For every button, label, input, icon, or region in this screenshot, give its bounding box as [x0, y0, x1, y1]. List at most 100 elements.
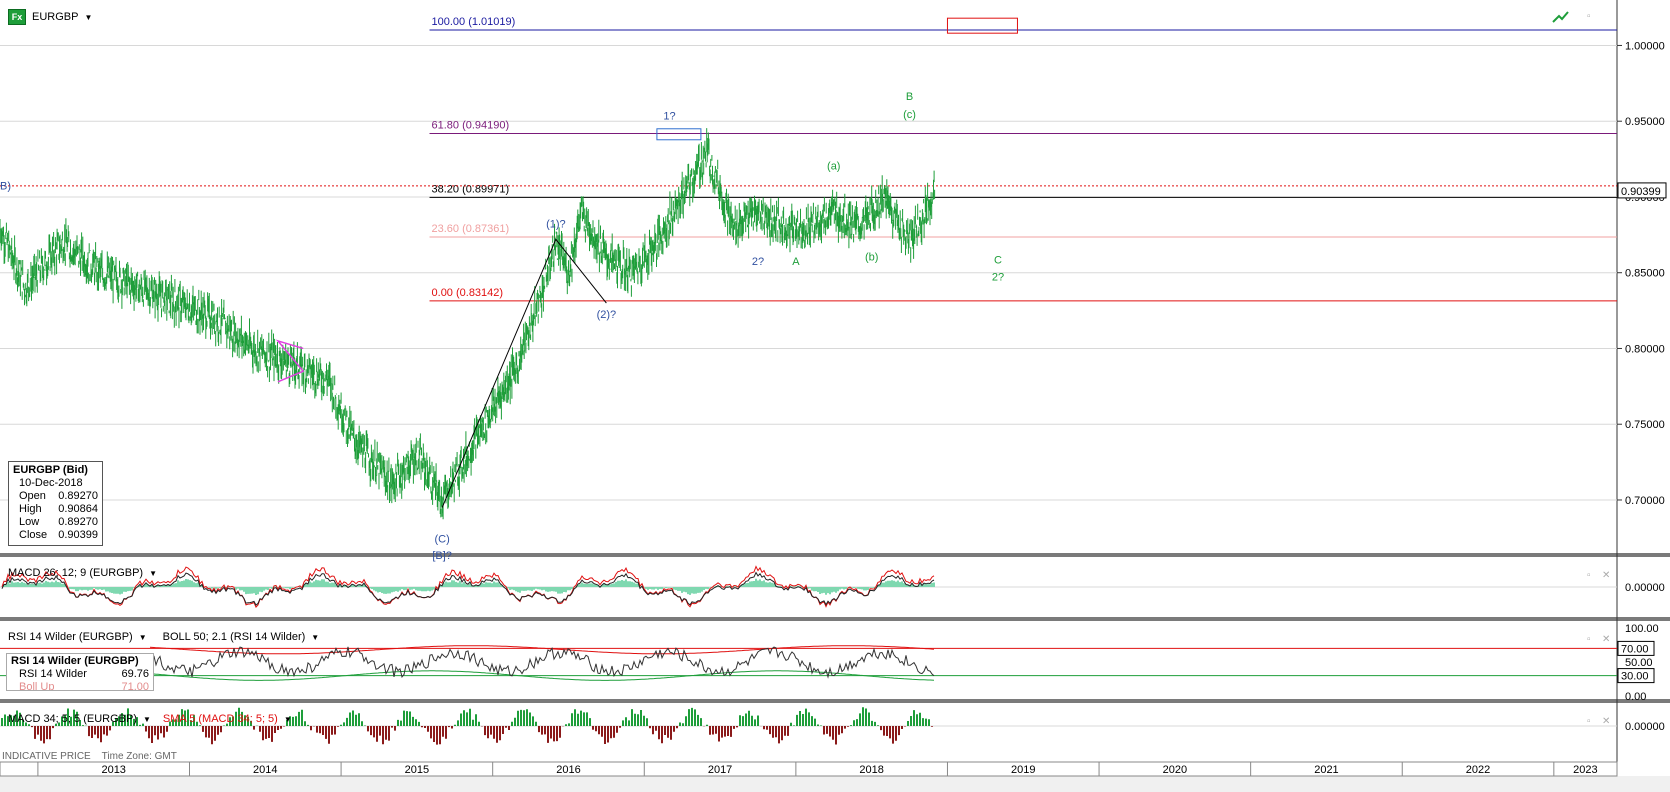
x-tick-label: 2015 [405, 764, 429, 776]
rsi-box-value: 71.00 [121, 681, 149, 691]
trend-up-icon[interactable] [1552, 11, 1569, 23]
wave-label: 2? [992, 271, 1004, 283]
target-box[interactable] [656, 128, 702, 141]
info-value: 0.89270 [58, 516, 98, 528]
close-icon[interactable]: ✕ [1602, 634, 1610, 645]
info-label: Close [19, 529, 48, 541]
info-date: 10-Dec-2018 [19, 477, 83, 489]
fx-icon: Fx [8, 9, 26, 25]
info-value: 0.90864 [58, 503, 98, 515]
x-tick-label: 2021 [1314, 764, 1338, 776]
fib-level-label: 0.00 (0.83142) [432, 287, 504, 299]
info-row: Low 0.89270 [13, 516, 98, 529]
chevron-down-icon[interactable]: ▼ [284, 715, 292, 724]
price-info-box: EURGBP (Bid) 10-Dec-2018 Open 0.89270 Hig… [8, 461, 103, 546]
rsi-box-value: 69.76 [121, 668, 149, 680]
info-label: Low [19, 516, 40, 528]
info-title: EURGBP (Bid) [13, 464, 88, 476]
symbol-label: EURGBP [32, 11, 79, 23]
macd2-histogram-down [31, 726, 933, 745]
wave-label: (a) [827, 161, 840, 173]
info-label: Open [19, 490, 46, 502]
rsi-box-label: RSI 14 Wilder [19, 668, 87, 680]
rsi-info-box: RSI 14 Wilder (EURGBP) RSI 14 Wilder 69.7… [6, 653, 154, 691]
sma-title: SMA 5 (MACD 34; 5; 5) [162, 713, 278, 725]
x-tick-label: 2018 [859, 764, 883, 776]
wave-label: [B]? [432, 550, 452, 562]
symbol-header[interactable]: Fx EURGBP ▼ [8, 9, 92, 25]
panel-separator[interactable] [0, 553, 1670, 557]
restore-icon[interactable]: ▫ [1587, 716, 1591, 727]
close-icon[interactable]: ✕ [1602, 570, 1610, 581]
y-tick-label: 50.00 [1625, 657, 1653, 669]
rsi-level-label: 70.00 [1621, 643, 1649, 655]
x-tick-label: 2019 [1011, 764, 1035, 776]
chart-canvas[interactable]: 0.700000.750000.800000.850000.900000.950… [0, 0, 1670, 792]
info-value: 0.90399 [58, 529, 98, 541]
fib-level-label: 23.60 (0.87361) [432, 223, 510, 235]
chevron-down-icon[interactable]: ▼ [311, 633, 319, 642]
restore-icon[interactable]: ▫ [1587, 634, 1591, 645]
chevron-down-icon[interactable]: ▼ [139, 633, 147, 642]
macd1-header[interactable]: MACD 26; 12; 9 (EURGBP) ▼ [8, 567, 157, 579]
chevron-down-icon[interactable]: ▼ [143, 715, 151, 724]
panel-separator[interactable] [0, 699, 1670, 703]
restore-icon[interactable]: ▫ [1587, 11, 1591, 22]
footer-info: INDICATIVE PRICE Time Zone: GMT [2, 751, 177, 762]
x-tick-label: 2022 [1466, 764, 1490, 776]
wave-label: 2? [752, 256, 764, 268]
rsi-level-label: 30.00 [1621, 671, 1649, 683]
boll-upper-band [149, 645, 935, 655]
y-tick-label: 0.70000 [1625, 495, 1665, 507]
x-tick-label: 2023 [1573, 764, 1597, 776]
rsi-box-label: Boll Up [19, 681, 55, 691]
rsi-title: RSI 14 Wilder (EURGBP) [8, 631, 133, 643]
y-tick-label: 0.00000 [1625, 582, 1665, 594]
info-row: Open 0.89270 [13, 490, 98, 503]
rsi-box-row: Boll Up 71.00 [11, 681, 149, 691]
x-tick-label: 2013 [101, 764, 125, 776]
wave-label: (c) [903, 109, 916, 121]
y-tick-label: 100.00 [1625, 623, 1659, 635]
macd1-title: MACD 26; 12; 9 (EURGBP) [8, 567, 144, 579]
x-tick-label: 2017 [708, 764, 732, 776]
x-tick-label: 2020 [1163, 764, 1187, 776]
target-box[interactable] [946, 17, 1018, 34]
chart-window: 0.700000.750000.800000.850000.900000.950… [0, 0, 1670, 792]
wave-label: (1)? [546, 218, 566, 230]
fib-level-label: 100.00 (1.01019) [432, 16, 516, 28]
wave-label: A [792, 256, 800, 268]
wave-label: (b) [865, 252, 878, 264]
close-icon[interactable]: ✕ [1602, 716, 1610, 727]
wave-label: B) [0, 180, 11, 192]
y-tick-label: 0.80000 [1625, 343, 1665, 355]
time-axis [0, 761, 1618, 777]
x-tick-label: 2016 [556, 764, 580, 776]
y-tick-label: 0.85000 [1625, 268, 1665, 280]
rsi-box-row: RSI 14 Wilder 69.76 [11, 668, 149, 681]
timezone-label: Time Zone: GMT [101, 751, 177, 762]
y-tick-label: 0.95000 [1625, 116, 1665, 128]
price-type-label: INDICATIVE PRICE [2, 751, 91, 762]
bottom-strip [0, 776, 1670, 792]
rsi-box-title: RSI 14 Wilder (EURGBP) [11, 655, 139, 667]
fib-level-label: 61.80 (0.94190) [432, 119, 510, 131]
wave-label: (C) [435, 533, 450, 545]
fib-level-label: 38.20 (0.89971) [432, 183, 510, 195]
y-tick-label: 0.00 [1625, 691, 1646, 703]
rsi-header[interactable]: RSI 14 Wilder (EURGBP) ▼ BOLL 50; 2.1 (R… [8, 631, 319, 643]
restore-icon[interactable]: ▫ [1587, 570, 1591, 581]
wave-label: 1? [663, 111, 675, 123]
x-tick-label: 2014 [253, 764, 277, 776]
boll-title: BOLL 50; 2.1 (RSI 14 Wilder) [162, 631, 306, 643]
chevron-down-icon[interactable]: ▼ [84, 13, 92, 22]
info-row: High 0.90864 [13, 503, 98, 516]
chevron-down-icon[interactable]: ▼ [149, 569, 157, 578]
wave-label: C [994, 255, 1002, 267]
y-tick-label: 0.75000 [1625, 419, 1665, 431]
y-tick-label: 0.00000 [1625, 721, 1665, 733]
wave-label: (2)? [597, 309, 617, 321]
panel-separator[interactable] [0, 617, 1670, 621]
macd2-header[interactable]: MACD 34; 5; 5 (EURGBP) ▼ SMA 5 (MACD 34;… [8, 713, 292, 725]
y-tick-label: 1.00000 [1625, 40, 1665, 52]
